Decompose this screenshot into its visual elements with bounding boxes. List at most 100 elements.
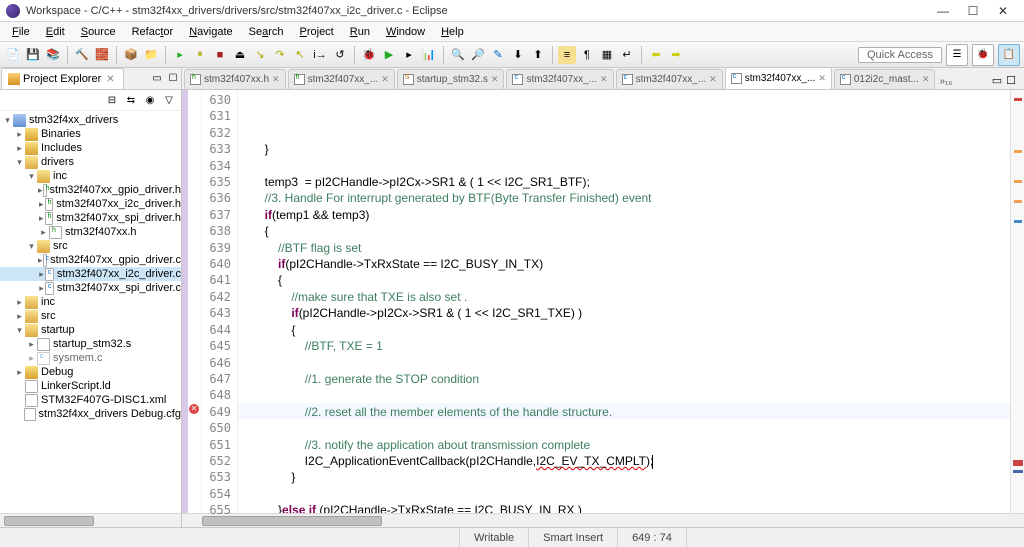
tree-file[interactable]: STM32F407G-DISC1.xml (41, 394, 166, 406)
quick-access[interactable]: Quick Access (858, 47, 942, 63)
menu-help[interactable]: Help (433, 24, 472, 40)
tree-file[interactable]: stm32f407xx.h (65, 226, 137, 238)
tree-includes[interactable]: Includes (41, 142, 82, 154)
run-icon[interactable]: ▶ (380, 46, 398, 64)
close-icon[interactable]: ✕ (600, 74, 608, 85)
close-icon[interactable]: ✕ (818, 73, 826, 84)
build-icon[interactable]: 🔨 (73, 46, 91, 64)
marker-gutter[interactable]: ✕ (188, 90, 202, 513)
maximize-button[interactable]: ☐ (958, 2, 988, 20)
tree-file-selected[interactable]: stm32f407xx_i2c_driver.c (57, 268, 181, 280)
terminate-icon[interactable]: ■ (211, 46, 229, 64)
back-icon[interactable]: ⬅ (647, 46, 665, 64)
debug-icon[interactable]: 🐞 (360, 46, 378, 64)
editor-tab[interactable]: stm32f407xx_...✕ (725, 68, 832, 89)
forward-icon[interactable]: ➡ (667, 46, 685, 64)
show-whitespace-icon[interactable]: ¶ (578, 46, 596, 64)
save-icon[interactable]: 💾 (24, 46, 42, 64)
tree-inc2[interactable]: inc (41, 296, 55, 308)
close-icon[interactable]: ✕ (922, 74, 930, 85)
maximize-view-icon[interactable]: ☐ (165, 71, 181, 87)
code-editor[interactable]: ✕ 630 631 632 633 634 635 636 637 638 63… (182, 90, 1024, 513)
tree-debug[interactable]: Debug (41, 366, 73, 378)
sidebar-scrollbar[interactable] (0, 513, 181, 527)
overview-ruler[interactable] (1010, 90, 1024, 513)
menu-navigate[interactable]: Navigate (181, 24, 240, 40)
menu-source[interactable]: Source (73, 24, 124, 40)
editor-tab[interactable]: stm32f407xx_...✕ (506, 69, 613, 89)
tree-file[interactable]: stm32f407xx_i2c_driver.h (56, 198, 181, 210)
new-class-icon[interactable]: 📦 (122, 46, 140, 64)
disconnect-icon[interactable]: ⏏ (231, 46, 249, 64)
close-icon[interactable]: ✕ (491, 74, 499, 85)
tree-file[interactable]: LinkerScript.ld (41, 380, 111, 392)
editor-max-icon[interactable]: ☐ (1006, 74, 1016, 87)
perspective-debug[interactable]: 🐞 (972, 44, 994, 66)
collapse-all-icon[interactable]: ⊟ (104, 92, 120, 108)
tree-file[interactable]: stm32f407xx_spi_driver.c (57, 282, 181, 294)
close-icon[interactable]: ✕ (381, 74, 389, 85)
open-type-icon[interactable]: 🔍 (449, 46, 467, 64)
project-explorer-tab[interactable]: Project Explorer ✕ (1, 68, 124, 89)
tree-file[interactable]: stm32f4xx_drivers Debug.cfg (39, 408, 181, 420)
editor-tab[interactable]: stm32f407xx_...✕ (288, 69, 395, 89)
build-target-icon[interactable]: 🧱 (93, 46, 111, 64)
menu-edit[interactable]: Edit (38, 24, 73, 40)
menu-file[interactable]: File (4, 24, 38, 40)
restart-icon[interactable]: ↺ (331, 46, 349, 64)
run-last-icon[interactable]: ▸ (400, 46, 418, 64)
code-text[interactable]: } temp3 = pI2CHandle->pI2Cx->SR1 & ( 1 <… (238, 90, 1010, 513)
editor-tab[interactable]: 012i2c_mast...✕ (834, 69, 936, 89)
menu-window[interactable]: Window (378, 24, 433, 40)
suspend-icon[interactable]: ⏸ (191, 46, 209, 64)
close-icon[interactable]: ✕ (104, 74, 116, 85)
new-icon[interactable]: 📄 (4, 46, 22, 64)
tree-file[interactable]: stm32f407xx_gpio_driver.c (50, 254, 181, 266)
block-selection-icon[interactable]: ▦ (598, 46, 616, 64)
resume-icon[interactable]: ▸ (171, 46, 189, 64)
step-over-icon[interactable]: ↷ (271, 46, 289, 64)
editor-tab[interactable]: startup_stm32.s✕ (397, 69, 505, 89)
minimize-view-icon[interactable]: ▭ (149, 71, 165, 87)
menu-search[interactable]: Search (241, 24, 292, 40)
error-marker-icon[interactable]: ✕ (189, 404, 199, 414)
instr-step-icon[interactable]: i→ (311, 46, 329, 64)
search-icon[interactable]: 🔎 (469, 46, 487, 64)
perspective-resource[interactable]: 📋 (998, 44, 1020, 66)
editor-tab[interactable]: stm32f407xx_...✕ (616, 69, 723, 89)
prev-annotation-icon[interactable]: ⬆ (529, 46, 547, 64)
menu-project[interactable]: Project (292, 24, 342, 40)
editor-min-icon[interactable]: ▭ (992, 74, 1002, 87)
tree-project[interactable]: stm32f4xx_drivers (29, 114, 118, 126)
tree-inc[interactable]: inc (53, 170, 67, 182)
tree-binaries[interactable]: Binaries (41, 128, 81, 140)
tree-startup[interactable]: startup (41, 324, 75, 336)
toggle-breadcrumb-icon[interactable]: ≡ (558, 46, 576, 64)
close-icon[interactable]: ✕ (709, 74, 717, 85)
link-editor-icon[interactable]: ⇆ (123, 92, 139, 108)
tree-src2[interactable]: src (41, 310, 56, 322)
close-icon[interactable]: ✕ (272, 74, 280, 85)
editor-overflow[interactable]: »₁₆ (935, 74, 956, 89)
menu-refactor[interactable]: Refactor (124, 24, 182, 40)
perspective-cpp[interactable]: ☰ (946, 44, 968, 66)
new-folder-icon[interactable]: 📁 (142, 46, 160, 64)
tree-src[interactable]: src (53, 240, 68, 252)
word-wrap-icon[interactable]: ↵ (618, 46, 636, 64)
focus-task-icon[interactable]: ◉ (142, 92, 158, 108)
tree-drivers[interactable]: drivers (41, 156, 74, 168)
profile-icon[interactable]: 📊 (420, 46, 438, 64)
project-tree[interactable]: ▾stm32f4xx_drivers ▸Binaries ▸Includes ▾… (0, 111, 181, 513)
close-button[interactable]: ✕ (988, 2, 1018, 20)
tree-file[interactable]: sysmem.c (53, 352, 103, 364)
menu-run[interactable]: Run (342, 24, 378, 40)
editor-hscrollbar[interactable] (182, 513, 1024, 527)
step-return-icon[interactable]: ↖ (291, 46, 309, 64)
minimize-button[interactable]: — (928, 2, 958, 20)
tree-file[interactable]: stm32f407xx_gpio_driver.h (50, 184, 181, 196)
tree-file[interactable]: startup_stm32.s (53, 338, 131, 350)
toggle-mark-icon[interactable]: ✎ (489, 46, 507, 64)
step-into-icon[interactable]: ↘ (251, 46, 269, 64)
tree-file[interactable]: stm32f407xx_spi_driver.h (56, 212, 181, 224)
editor-tab[interactable]: stm32f407xx.h✕ (184, 69, 286, 89)
